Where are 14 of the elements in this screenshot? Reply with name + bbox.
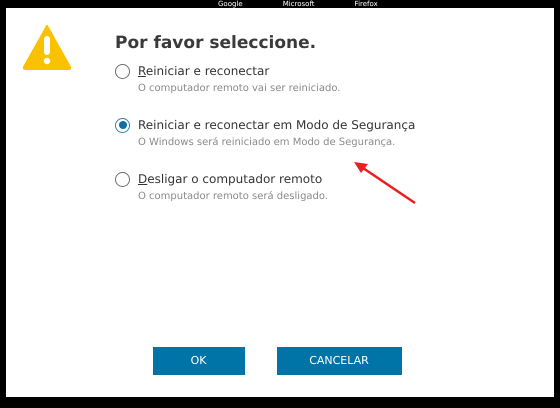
dialog-title: Por favor seleccione. (115, 32, 318, 54)
radio-button[interactable] (115, 118, 130, 132)
option-description: O computador remoto vai ser reiniciado. (138, 82, 342, 95)
dialog-button[interactable]: OK (152, 347, 244, 375)
option-label[interactable]: Reiniciar e reconectar (138, 63, 270, 79)
option-label[interactable]: Desligar o computador remoto (138, 171, 322, 187)
dialog-button[interactable]: CANCELAR (276, 347, 402, 375)
radio-button[interactable] (115, 172, 130, 186)
option-label[interactable]: Reiniciar e reconectar em Modo de Segurança (138, 117, 416, 133)
warning-icon (22, 24, 72, 70)
arrow-annotation (352, 160, 418, 206)
option-description: O Windows será reiniciado em Modo de Segurança. (138, 136, 396, 149)
radio-button[interactable] (115, 64, 130, 78)
option-description: O computador remoto será desligado. (138, 190, 330, 203)
